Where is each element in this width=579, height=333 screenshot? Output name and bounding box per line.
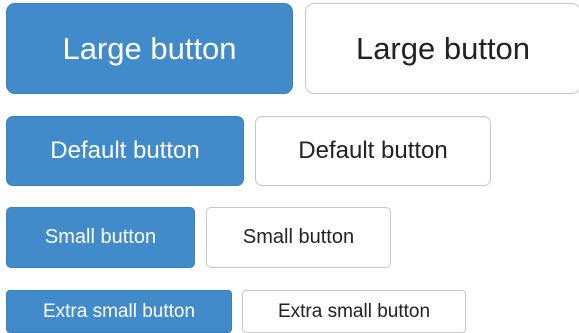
small-button-row: Small button Small button	[6, 207, 391, 268]
default-default-button[interactable]: Default button	[255, 116, 491, 186]
extra-small-default-button[interactable]: Extra small button	[242, 290, 466, 333]
extra-small-button-row: Extra small button Extra small button	[6, 290, 466, 333]
default-primary-button[interactable]: Default button	[6, 116, 244, 186]
large-button-row: Large button Large button	[6, 3, 579, 94]
default-button-row: Default button Default button	[6, 116, 491, 186]
extra-small-primary-button[interactable]: Extra small button	[6, 290, 232, 333]
large-default-button[interactable]: Large button	[305, 3, 579, 94]
small-primary-button[interactable]: Small button	[6, 207, 195, 268]
large-primary-button[interactable]: Large button	[6, 3, 293, 94]
small-default-button[interactable]: Small button	[206, 207, 391, 268]
